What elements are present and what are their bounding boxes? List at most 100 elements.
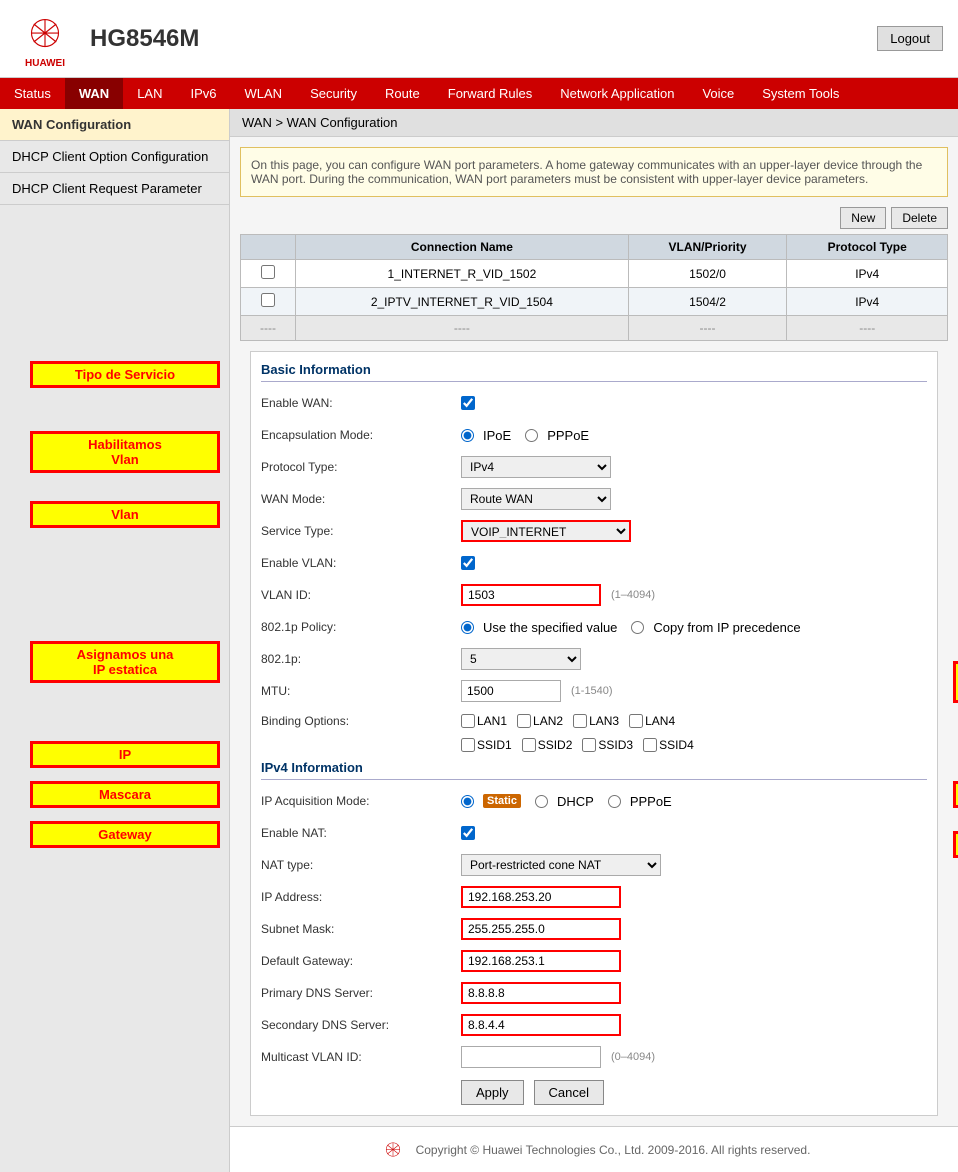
sidebar-dhcp-option[interactable]: DHCP Client Option Configuration bbox=[0, 141, 229, 173]
service-type-row: Service Type: VOIP_INTERNET bbox=[261, 518, 927, 544]
nav-network-app[interactable]: Network Application bbox=[546, 78, 688, 109]
nav-forward[interactable]: Forward Rules bbox=[434, 78, 547, 109]
mtu-label: MTU: bbox=[261, 684, 461, 698]
dash-vlan: ---- bbox=[628, 316, 787, 341]
enable-nat-label: Enable NAT: bbox=[261, 826, 461, 840]
ssid4-checkbox[interactable] bbox=[643, 738, 657, 752]
cancel-button[interactable]: Cancel bbox=[534, 1080, 604, 1105]
ip-pppoe-radio[interactable] bbox=[608, 795, 621, 808]
delete-button[interactable]: Delete bbox=[891, 207, 948, 229]
lan4-label: LAN4 bbox=[645, 714, 675, 728]
ip-address-input[interactable] bbox=[461, 886, 621, 908]
vlan-id-input[interactable] bbox=[461, 584, 601, 606]
ssid4-label: SSID4 bbox=[659, 738, 694, 752]
nav-security[interactable]: Security bbox=[296, 78, 371, 109]
secondary-dns-input[interactable] bbox=[461, 1014, 621, 1036]
default-gateway-row: Default Gateway: bbox=[261, 948, 927, 974]
footer-logo bbox=[378, 1137, 408, 1162]
row1-checkbox[interactable] bbox=[261, 265, 275, 279]
enable-wan-checkbox[interactable] bbox=[461, 396, 475, 410]
logout-button[interactable]: Logout bbox=[877, 26, 943, 51]
protocol-type-select[interactable]: IPv4 bbox=[461, 456, 611, 478]
policy-specified-radio[interactable] bbox=[461, 621, 474, 634]
enable-nat-checkbox[interactable] bbox=[461, 826, 475, 840]
nav-status[interactable]: Status bbox=[0, 78, 65, 109]
nav-voice[interactable]: Voice bbox=[688, 78, 748, 109]
apply-button[interactable]: Apply bbox=[461, 1080, 524, 1105]
nav-wan[interactable]: WAN bbox=[65, 78, 123, 109]
ip-static-label: Static bbox=[483, 794, 521, 808]
nav-ipv6[interactable]: IPv6 bbox=[177, 78, 231, 109]
enable-vlan-checkbox[interactable] bbox=[461, 556, 475, 570]
enable-wan-row: Enable WAN: bbox=[261, 390, 927, 416]
annotation-mascara: Mascara bbox=[30, 781, 220, 808]
mtu-input[interactable] bbox=[461, 680, 561, 702]
row1-vlan: 1502/0 bbox=[628, 260, 787, 288]
encap-ipoe-radio[interactable] bbox=[461, 429, 474, 442]
encap-pppoe-label: PPPoE bbox=[547, 428, 589, 443]
form-buttons: Apply Cancel bbox=[461, 1080, 927, 1105]
nav-route[interactable]: Route bbox=[371, 78, 434, 109]
nat-type-row: NAT type: Port-restricted cone NAT bbox=[261, 852, 927, 878]
encap-pppoe-radio[interactable] bbox=[525, 429, 538, 442]
ssid3-label: SSID3 bbox=[598, 738, 633, 752]
primary-dns-input[interactable] bbox=[461, 982, 621, 1004]
enable-nat-row: Enable NAT: bbox=[261, 820, 927, 846]
multicast-vlan-input[interactable] bbox=[461, 1046, 601, 1068]
sidebar-dhcp-request[interactable]: DHCP Client Request Parameter bbox=[0, 173, 229, 205]
secondary-dns-label: Secondary DNS Server: bbox=[261, 1018, 461, 1032]
ipv4-title: IPv4 Information bbox=[261, 760, 927, 780]
encapsulation-label: Encapsulation Mode: bbox=[261, 428, 461, 442]
annotation-habilitamos-nat: HabilitamosNAT bbox=[953, 661, 958, 703]
basic-info-title: Basic Information bbox=[261, 362, 927, 382]
row2-checkbox[interactable] bbox=[261, 293, 275, 307]
encapsulation-row: Encapsulation Mode: IPoE PPPoE bbox=[261, 422, 927, 448]
multicast-vlan-label: Multicast VLAN ID: bbox=[261, 1050, 461, 1064]
nat-type-select[interactable]: Port-restricted cone NAT bbox=[461, 854, 661, 876]
lan3-checkbox[interactable] bbox=[573, 714, 587, 728]
default-gateway-input[interactable] bbox=[461, 950, 621, 972]
vlan-hint: (1–4094) bbox=[611, 589, 655, 601]
subnet-mask-input[interactable] bbox=[461, 918, 621, 940]
lan1-label: LAN1 bbox=[477, 714, 507, 728]
lan1-checkbox[interactable] bbox=[461, 714, 475, 728]
default-gateway-label: Default Gateway: bbox=[261, 954, 461, 968]
row2-name: 2_IPTV_INTERNET_R_VID_1504 bbox=[296, 288, 629, 316]
primary-dns-label: Primary DNS Server: bbox=[261, 986, 461, 1000]
new-button[interactable]: New bbox=[840, 207, 886, 229]
nav-lan[interactable]: LAN bbox=[123, 78, 176, 109]
wan-mode-row: WAN Mode: Route WAN bbox=[261, 486, 927, 512]
col-checkbox bbox=[241, 235, 296, 260]
connection-table-section: New Delete Connection Name VLAN/Priority… bbox=[240, 207, 948, 341]
ssid3-checkbox[interactable] bbox=[582, 738, 596, 752]
ssid1-label: SSID1 bbox=[477, 738, 512, 752]
lan2-checkbox[interactable] bbox=[517, 714, 531, 728]
dash-check: ---- bbox=[241, 316, 296, 341]
wan-mode-label: WAN Mode: bbox=[261, 492, 461, 506]
multicast-hint: (0–4094) bbox=[611, 1051, 655, 1063]
service-type-select[interactable]: VOIP_INTERNET bbox=[461, 520, 631, 542]
multicast-vlan-row: Multicast VLAN ID: (0–4094) bbox=[261, 1044, 927, 1070]
lan4-checkbox[interactable] bbox=[629, 714, 643, 728]
dash-name: ---- bbox=[296, 316, 629, 341]
binding-row: Binding Options: LAN1 LAN2 LAN3 LAN4 SSI… bbox=[261, 710, 927, 752]
vlan-id-label: VLAN ID: bbox=[261, 588, 461, 602]
nav-system-tools[interactable]: System Tools bbox=[748, 78, 853, 109]
ssid2-checkbox[interactable] bbox=[522, 738, 536, 752]
policy-copy-radio[interactable] bbox=[631, 621, 644, 634]
annotation-vlan: Vlan bbox=[30, 501, 220, 528]
wan-mode-select[interactable]: Route WAN bbox=[461, 488, 611, 510]
ip-static-radio[interactable] bbox=[461, 795, 474, 808]
enable-wan-label: Enable WAN: bbox=[261, 396, 461, 410]
huawei-logo bbox=[15, 8, 75, 58]
nav-wlan[interactable]: WLAN bbox=[231, 78, 297, 109]
row2-protocol: IPv4 bbox=[787, 288, 948, 316]
ip-pppoe-label: PPPoE bbox=[630, 794, 672, 809]
content-area: WAN > WAN Configuration On this page, yo… bbox=[230, 109, 958, 1172]
table-row: 2_IPTV_INTERNET_R_VID_1504 1504/2 IPv4 bbox=[241, 288, 948, 316]
policy-val-select[interactable]: 5 bbox=[461, 648, 581, 670]
ssid1-checkbox[interactable] bbox=[461, 738, 475, 752]
ip-dhcp-radio[interactable] bbox=[535, 795, 548, 808]
annotation-tipo-servicio: Tipo de Servicio bbox=[30, 361, 220, 388]
sidebar-wan-config[interactable]: WAN Configuration bbox=[0, 109, 229, 141]
